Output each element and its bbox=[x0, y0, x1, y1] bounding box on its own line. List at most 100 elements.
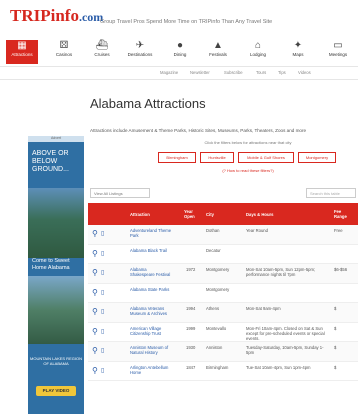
city: Montgomery bbox=[206, 286, 230, 292]
ad-landscape-image bbox=[28, 188, 84, 258]
attraction-name[interactable]: Alabama Veterans Museum & Archives bbox=[130, 306, 172, 316]
building-icon: ▦ bbox=[17, 40, 27, 51]
dice-icon: ⚄ bbox=[59, 40, 69, 51]
col-city[interactable]: City bbox=[206, 203, 214, 225]
attraction-name[interactable]: Adventureland Theme Park bbox=[130, 228, 172, 238]
map-pin-icon[interactable]: ⚲ bbox=[92, 327, 98, 336]
map-pin-icon[interactable]: ⚲ bbox=[92, 307, 98, 316]
dining-icon: ● bbox=[176, 40, 184, 51]
bookmark-icon[interactable]: ▯ bbox=[101, 347, 104, 354]
map-pin-icon[interactable]: ⚲ bbox=[92, 229, 98, 238]
filter-huntsville[interactable]: Huntsville bbox=[200, 152, 234, 163]
table-row: ⚲ ▯ Anniston Museum of Natural History 19… bbox=[88, 342, 358, 362]
table-row: ⚲ ▯ Alabama Black Trail Decatur bbox=[88, 245, 358, 264]
col-attraction[interactable]: Attraction bbox=[130, 203, 150, 225]
bookmark-icon[interactable]: ▯ bbox=[101, 289, 104, 296]
bookmark-icon[interactable]: ▯ bbox=[101, 367, 104, 374]
subnav-tips[interactable]: Tips bbox=[278, 70, 286, 75]
nav-lodging[interactable]: ⌂ Lodging bbox=[242, 40, 274, 64]
year-open: 1930 bbox=[186, 345, 196, 350]
nav-label: Lodging bbox=[249, 52, 267, 57]
attractions-table-body: ⚲ ▯ Adventureland Theme Park Dothan Year … bbox=[88, 225, 358, 381]
nav-maps[interactable]: ✦ Maps bbox=[282, 40, 314, 64]
ad-region: MOUNTAIN LAKES REGION OF ALABAMA bbox=[30, 356, 82, 366]
fee-range: $ bbox=[334, 325, 337, 331]
ad-lake-image bbox=[28, 276, 84, 344]
site-logo[interactable]: TRIPinfo.com bbox=[10, 6, 103, 26]
table-row: ⚲ ▯ Alabama Veterans Museum & Archives 19… bbox=[88, 303, 358, 323]
bookmark-icon[interactable]: ▯ bbox=[101, 230, 104, 237]
nav-attractions[interactable]: ▦ Attractions bbox=[6, 40, 38, 64]
nav-casinos[interactable]: ⚄ Casinos bbox=[48, 40, 80, 64]
days-hours: Mon-Sat 9am-4pm bbox=[246, 306, 281, 311]
view-all-listings-button[interactable]: View All Listings bbox=[90, 188, 150, 198]
fee-range: Free bbox=[334, 228, 343, 233]
attraction-name[interactable]: Alabama Shakespeare Festival bbox=[130, 267, 172, 277]
nav-cruises[interactable]: ⛴ Cruises bbox=[86, 40, 118, 64]
attraction-name[interactable]: Alabama State Parks bbox=[130, 287, 172, 292]
subnav-newsletter[interactable]: Newsletter bbox=[190, 70, 210, 75]
subnav-tours[interactable]: Tours bbox=[256, 70, 266, 75]
attraction-name[interactable]: Anniston Museum of Natural History bbox=[130, 345, 172, 355]
ship-icon: ⛴ bbox=[95, 40, 109, 51]
city: Dothan bbox=[206, 228, 220, 233]
year-open: 1999 bbox=[186, 325, 196, 331]
fee-range: $ bbox=[334, 364, 337, 370]
nav-label: Casinos bbox=[55, 52, 73, 57]
play-video-button[interactable]: PLAY VIDEO bbox=[36, 386, 76, 396]
attraction-name[interactable]: Alabama Black Trail bbox=[130, 248, 172, 253]
map-pin-icon[interactable]: ⚲ bbox=[92, 268, 98, 277]
nav-destinations[interactable]: ✈ Destinations bbox=[124, 40, 156, 64]
nav-festivals[interactable]: ▲ Festivals bbox=[202, 40, 234, 64]
subnav-subscribe[interactable]: Subscribe bbox=[224, 70, 243, 75]
map-pin-icon[interactable]: ⚲ bbox=[92, 288, 98, 297]
city: Montgomery bbox=[206, 267, 230, 272]
table-row: ⚲ ▯ Arlington Antebellum Home 1847 Birmin… bbox=[88, 362, 358, 381]
page-title: Alabama Attractions bbox=[90, 96, 206, 111]
subnav-magazine[interactable]: Magazine bbox=[160, 70, 178, 75]
nav-meetings[interactable]: ▭ Meetings bbox=[322, 40, 354, 64]
year-open: 1847 bbox=[186, 364, 196, 370]
subnav-videos[interactable]: Videos bbox=[298, 70, 311, 75]
attraction-name[interactable]: Arlington Antebellum Home bbox=[130, 365, 172, 375]
nav-label: Maps bbox=[292, 52, 304, 57]
city: Decatur bbox=[206, 247, 221, 253]
filter-montgomery[interactable]: Montgomery bbox=[298, 152, 336, 163]
bookmark-icon[interactable]: ▯ bbox=[101, 250, 104, 257]
map-pin-icon[interactable]: ⚲ bbox=[92, 249, 98, 258]
ad-label: Advert bbox=[28, 136, 84, 142]
nav-dining[interactable]: ● Dining bbox=[164, 40, 196, 64]
tent-icon: ▲ bbox=[213, 40, 223, 51]
city: Montevallo bbox=[206, 325, 227, 331]
attraction-name[interactable]: American Village Citizenship Trust bbox=[130, 326, 172, 336]
nav-label: Meetings bbox=[328, 52, 348, 57]
secondary-nav: Magazine Newsletter Subscribe Tours Tips… bbox=[0, 66, 358, 80]
hotel-icon: ⌂ bbox=[254, 40, 262, 51]
col-days-hours[interactable]: Days & Hours bbox=[246, 203, 273, 225]
col-year-open[interactable]: Year Open bbox=[184, 203, 202, 225]
map-pin-icon[interactable]: ⚲ bbox=[92, 366, 98, 375]
bookmark-icon[interactable]: ▯ bbox=[101, 328, 104, 335]
fee-range: $ bbox=[334, 306, 337, 311]
filters-help-link[interactable]: (? How to read these filters?) bbox=[148, 168, 348, 173]
map-icon: ✦ bbox=[293, 40, 303, 51]
table-row: ⚲ ▯ Alabama State Parks Montgomery bbox=[88, 284, 358, 303]
meeting-icon: ▭ bbox=[333, 40, 343, 51]
nav-label: Cruises bbox=[94, 52, 110, 57]
table-row: ⚲ ▯ American Village Citizenship Trust 19… bbox=[88, 323, 358, 342]
col-fee-range[interactable]: Fee Range bbox=[334, 203, 352, 225]
filter-mobile-gulf-shores[interactable]: Mobile & Gulf Shores bbox=[238, 152, 294, 163]
nav-label: Festivals bbox=[209, 52, 227, 57]
bookmark-icon[interactable]: ▯ bbox=[101, 308, 104, 315]
site-header: TRIPinfo.com Group Travel Pros Spend Mor… bbox=[0, 0, 358, 40]
table-search-input[interactable]: Search this table bbox=[306, 188, 356, 198]
logo-text: TRIPinfo bbox=[10, 6, 79, 25]
fee-range: $6-$56 bbox=[334, 267, 348, 272]
table-row: ⚲ ▯ Alabama Shakespeare Festival 1972 Mon… bbox=[88, 264, 358, 284]
map-pin-icon[interactable]: ⚲ bbox=[92, 346, 98, 355]
nav-label: Dining bbox=[173, 52, 187, 57]
city: Athens bbox=[206, 306, 220, 311]
sidebar-ad[interactable]: Advert ABOVE OR BELOW GROUND... Come to … bbox=[28, 136, 84, 414]
bookmark-icon[interactable]: ▯ bbox=[101, 269, 104, 276]
filter-birmingham[interactable]: Birmingham bbox=[158, 152, 196, 163]
